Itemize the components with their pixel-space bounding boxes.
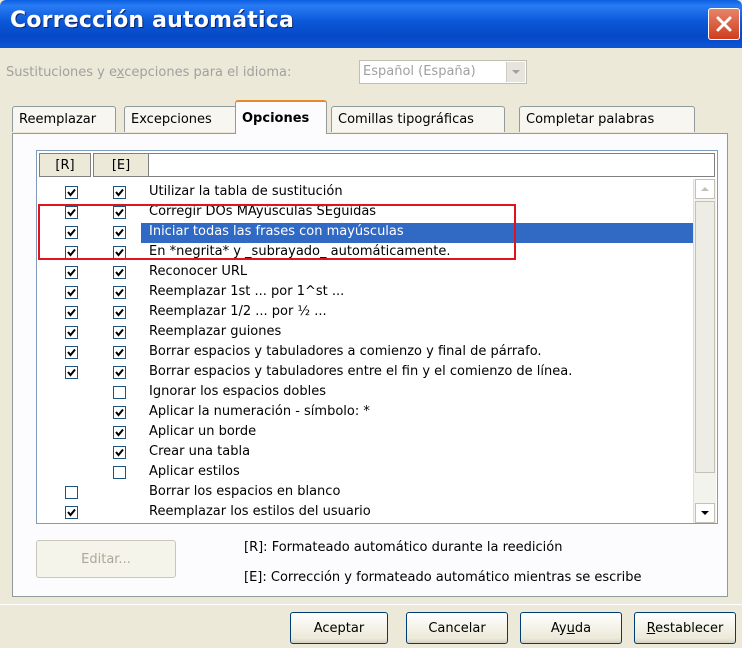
list-item-label: Aplicar un borde [149, 424, 257, 439]
list-item-label: En *negrita* y _subrayado_ automáticamen… [149, 244, 451, 259]
list-item-label: Borrar espacios y tabuladores a comienzo… [149, 344, 542, 359]
checkbox-e[interactable] [113, 246, 126, 259]
list-item[interactable]: Ignorar los espacios dobles [37, 383, 695, 403]
list-item-label: Borrar los espacios en blanco [149, 484, 341, 499]
close-button[interactable] [708, 8, 740, 40]
checkbox-r[interactable] [65, 266, 78, 279]
checkbox-r[interactable] [65, 506, 78, 519]
legend-e: [E]: Corrección y formateado automático … [244, 570, 642, 585]
tab-comillas[interactable]: Comillas tipográficas [331, 106, 505, 132]
list-item[interactable]: Reemplazar 1st ... por 1^st ... [37, 283, 695, 303]
checkbox-e[interactable] [113, 446, 126, 459]
list-item-label: Borrar espacios y tabuladores entre el f… [149, 364, 573, 379]
list-item-label: Ignorar los espacios dobles [149, 384, 326, 399]
list-item[interactable]: Reemplazar los estilos del usuario [37, 503, 695, 523]
list-item-label: Iniciar todas las frases con mayúsculas [149, 224, 404, 239]
scroll-up-button[interactable] [695, 179, 715, 199]
list-item-label: Aplicar estilos [149, 464, 240, 479]
checkbox-r[interactable] [65, 366, 78, 379]
checkbox-e[interactable] [113, 186, 126, 199]
list-item[interactable]: En *negrita* y _subrayado_ automáticamen… [37, 243, 695, 263]
list-item[interactable]: Aplicar la numeración - símbolo: * [37, 403, 695, 423]
checkbox-e[interactable] [113, 306, 126, 319]
checkbox-r[interactable] [65, 206, 78, 219]
language-select: Español (España) [359, 60, 527, 84]
language-value: Español (España) [363, 64, 476, 79]
tab-excepciones[interactable]: Excepciones [124, 106, 237, 132]
scrollbar[interactable] [693, 179, 716, 523]
column-header-e[interactable]: [E] [93, 153, 149, 177]
checkbox-r[interactable] [65, 246, 78, 259]
column-header-r[interactable]: [R] [39, 153, 91, 177]
list-item[interactable]: Reemplazar guiones [37, 323, 695, 343]
title-bar[interactable]: Corrección automática [0, 0, 742, 48]
chevron-down-icon [506, 62, 525, 82]
list-item-label: Reconocer URL [149, 264, 248, 279]
checkbox-e[interactable] [113, 206, 126, 219]
scroll-thumb[interactable] [695, 201, 715, 473]
options-list[interactable]: [R] [E] Utilizar la tabla de sustitución… [36, 150, 718, 524]
list-item[interactable]: Reconocer URL [37, 263, 695, 283]
checkbox-r[interactable] [65, 226, 78, 239]
list-item[interactable]: Borrar los espacios en blanco [37, 483, 695, 503]
list-item[interactable]: Borrar espacios y tabuladores entre el f… [37, 363, 695, 383]
tab-completar-palabras[interactable]: Completar palabras [519, 106, 695, 132]
checkbox-e[interactable] [113, 326, 126, 339]
language-row: Sustituciones y excepciones para el idio… [0, 58, 742, 88]
arrow-up-icon [701, 187, 709, 191]
footer-divider [0, 604, 742, 605]
checkbox-e[interactable] [113, 286, 126, 299]
list-item[interactable]: Borrar espacios y tabuladores a comienzo… [37, 343, 695, 363]
list-item[interactable]: Crear una tabla [37, 443, 695, 463]
checkbox-e[interactable] [113, 426, 126, 439]
list-item[interactable]: Aplicar estilos [37, 463, 695, 483]
tab-reemplazar[interactable]: Reemplazar [12, 106, 116, 132]
checkbox-e[interactable] [113, 266, 126, 279]
list-item[interactable]: Corregir DOs MAyúsculas SEguidas [37, 203, 695, 223]
edit-button[interactable]: Editar... [36, 540, 176, 578]
cancel-button[interactable]: Cancelar [406, 612, 508, 644]
checkbox-e[interactable] [113, 346, 126, 359]
reset-button[interactable]: Restablecer [634, 612, 736, 644]
list-item-label: Reemplazar los estilos del usuario [149, 504, 371, 519]
list-item-label: Crear una tabla [149, 444, 251, 459]
language-label: Sustituciones y excepciones para el idio… [6, 65, 292, 80]
window-title: Corrección automática [10, 8, 294, 33]
list-item[interactable]: Aplicar un borde [37, 423, 695, 443]
list-item[interactable]: Iniciar todas las frases con mayúsculas [37, 223, 695, 243]
list-item-label: Utilizar la tabla de sustitución [149, 184, 343, 199]
list-item-label: Corregir DOs MAyúsculas SEguidas [149, 204, 377, 219]
list-item-label: Aplicar la numeración - símbolo: * [149, 404, 370, 419]
list-item-label: Reemplazar 1st ... por 1^st ... [149, 284, 345, 299]
close-icon [716, 16, 732, 32]
help-button[interactable]: Ayuda [520, 612, 622, 644]
checkbox-r[interactable] [65, 186, 78, 199]
column-header-label [149, 153, 715, 177]
checkbox-r[interactable] [65, 346, 78, 359]
tab-opciones[interactable]: Opciones [235, 100, 327, 134]
checkbox-r[interactable] [65, 326, 78, 339]
list-item[interactable]: Utilizar la tabla de sustitución [37, 183, 695, 203]
scroll-down-button[interactable] [695, 503, 715, 523]
checkbox-e[interactable] [113, 466, 126, 479]
checkbox-r[interactable] [65, 486, 78, 499]
checkbox-r[interactable] [65, 306, 78, 319]
list-item-label: Reemplazar 1/2 ... por ½ ... [149, 304, 327, 319]
legend-r: [R]: Formateado automático durante la re… [244, 540, 563, 555]
checkbox-e[interactable] [113, 366, 126, 379]
checkbox-e[interactable] [113, 406, 126, 419]
checkbox-e[interactable] [113, 386, 126, 399]
list-item-label: Reemplazar guiones [149, 324, 282, 339]
list-item[interactable]: Reemplazar 1/2 ... por ½ ... [37, 303, 695, 323]
checkbox-r[interactable] [65, 286, 78, 299]
checkbox-e[interactable] [113, 226, 126, 239]
ok-button[interactable]: Aceptar [290, 612, 388, 644]
arrow-down-icon [701, 511, 709, 515]
